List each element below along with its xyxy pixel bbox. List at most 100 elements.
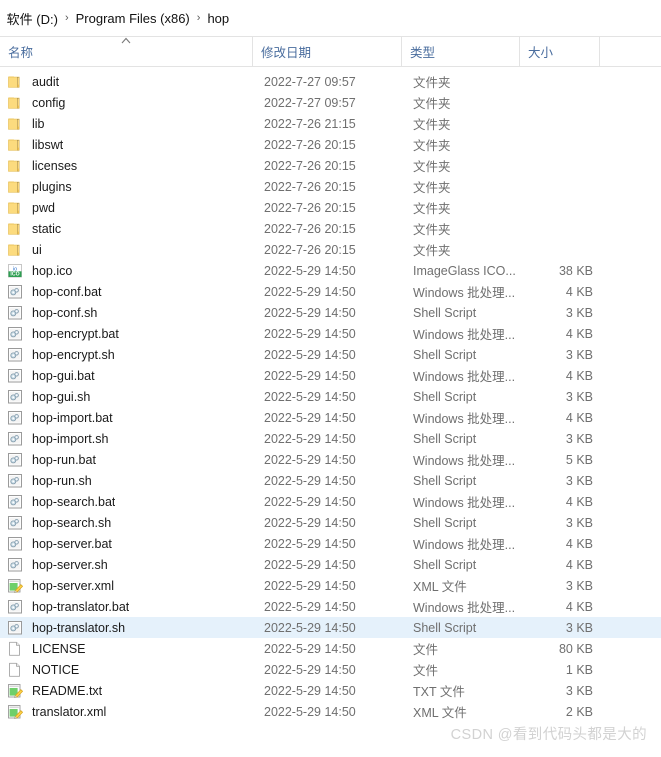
file-row[interactable]: audit 2022-7-27 09:57 文件夹 xyxy=(0,71,661,92)
file-name-cell[interactable]: hop-conf.bat xyxy=(0,281,253,302)
file-name-cell[interactable]: hop-encrypt.bat xyxy=(0,323,253,344)
file-name-label: audit xyxy=(32,74,60,89)
breadcrumb-item-drive[interactable]: 软件 (D:) xyxy=(4,7,61,30)
address-bar[interactable]: › 软件 (D:) › Program Files (x86) › hop xyxy=(0,0,661,37)
file-size-cell: 4 KB xyxy=(565,494,593,509)
file-row[interactable]: hop-import.sh 2022-5-29 14:50 Shell Script… xyxy=(0,428,661,449)
file-name-cell[interactable]: hop-encrypt.sh xyxy=(0,344,253,365)
file-row[interactable]: hop-run.sh 2022-5-29 14:50 Shell Script 3 K… xyxy=(0,470,661,491)
file-row[interactable]: io ICO hop.ico 2022-5-29 14:50 ImageGlass IC… xyxy=(0,260,661,281)
file-name-cell[interactable]: hop-server.xml xyxy=(0,575,253,596)
file-row[interactable]: hop-search.bat 2022-5-29 14:50 Windows 批处理… xyxy=(0,491,661,512)
file-name-cell[interactable]: translator.xml xyxy=(0,701,253,722)
file-name-cell[interactable]: hop-gui.sh xyxy=(0,386,253,407)
breadcrumb-item-hop[interactable]: hop xyxy=(204,9,232,28)
file-row[interactable]: lib 2022-7-26 21:15 文件夹 xyxy=(0,113,661,134)
file-name-cell[interactable]: hop-server.bat xyxy=(0,533,253,554)
file-name-cell[interactable]: hop-import.sh xyxy=(0,428,253,449)
file-name-cell[interactable]: hop-run.sh xyxy=(0,470,253,491)
file-row[interactable]: hop-server.xml 2022-5-29 14:50 XML 文件 3 KB xyxy=(0,575,661,596)
file-name-cell[interactable]: hop-import.bat xyxy=(0,407,253,428)
file-date-cell: 2022-5-29 14:50 xyxy=(264,599,356,614)
breadcrumb-item-program-files[interactable]: Program Files (x86) xyxy=(73,9,193,28)
file-date-cell: 2022-5-29 14:50 xyxy=(264,683,356,698)
file-row[interactable]: hop-search.sh 2022-5-29 14:50 Shell Script… xyxy=(0,512,661,533)
file-list[interactable]: audit 2022-7-27 09:57 文件夹 config 2022-7-27 0… xyxy=(0,67,661,722)
file-size-cell: 3 KB xyxy=(565,305,593,320)
file-row[interactable]: hop-translator.sh 2022-5-29 14:50 Shell Sc… xyxy=(0,617,661,638)
file-name-cell[interactable]: README.txt xyxy=(0,680,253,701)
file-size-cell xyxy=(520,218,600,239)
file-row[interactable]: hop-run.bat 2022-5-29 14:50 Windows 批处理...… xyxy=(0,449,661,470)
file-row[interactable]: translator.xml 2022-5-29 14:50 XML 文件 2 KB xyxy=(0,701,661,722)
file-name-cell[interactable]: hop-search.bat xyxy=(0,491,253,512)
file-type-cell: 文件夹 xyxy=(413,202,451,216)
column-header-type[interactable]: 类型 xyxy=(402,36,520,67)
script-file-icon xyxy=(7,347,24,363)
file-name-cell[interactable]: hop-translator.sh xyxy=(0,617,253,638)
file-name-label: hop-server.xml xyxy=(32,578,114,593)
file-name-cell[interactable]: LICENSE xyxy=(0,638,253,659)
file-date-cell: 2022-5-29 14:50 xyxy=(264,662,356,677)
file-row[interactable]: config 2022-7-27 09:57 文件夹 xyxy=(0,92,661,113)
file-name-cell[interactable]: ui xyxy=(0,239,253,260)
script-file-icon xyxy=(7,599,24,615)
breadcrumb-separator-icon[interactable]: › xyxy=(61,12,73,24)
file-row[interactable]: hop-translator.bat 2022-5-29 14:50 Windows… xyxy=(0,596,661,617)
file-name-label: plugins xyxy=(32,179,72,194)
file-row[interactable]: hop-gui.bat 2022-5-29 14:50 Windows 批处理...… xyxy=(0,365,661,386)
file-name-cell[interactable]: hop-translator.bat xyxy=(0,596,253,617)
file-name-label: hop-encrypt.sh xyxy=(32,347,115,362)
file-date-cell: 2022-7-26 20:15 xyxy=(264,179,356,194)
file-name-cell[interactable]: NOTICE xyxy=(0,659,253,680)
file-name-cell[interactable]: hop-conf.sh xyxy=(0,302,253,323)
file-name-cell[interactable]: pwd xyxy=(0,197,253,218)
file-date-cell: 2022-5-29 14:50 xyxy=(264,452,356,467)
file-name-cell[interactable]: audit xyxy=(0,71,253,92)
file-row[interactable]: hop-gui.sh 2022-5-29 14:50 Shell Script 3 K… xyxy=(0,386,661,407)
file-row[interactable]: hop-encrypt.bat 2022-5-29 14:50 Windows 批处… xyxy=(0,323,661,344)
file-row[interactable]: hop-conf.sh 2022-5-29 14:50 Shell Script 3 … xyxy=(0,302,661,323)
breadcrumb-separator-icon[interactable]: › xyxy=(193,12,205,24)
file-row[interactable]: hop-conf.bat 2022-5-29 14:50 Windows 批处理..… xyxy=(0,281,661,302)
file-name-cell[interactable]: licenses xyxy=(0,155,253,176)
csdn-watermark: CSDN @看到代码头都是大的 xyxy=(450,727,647,743)
file-name-cell[interactable]: lib xyxy=(0,113,253,134)
file-name-cell[interactable]: config xyxy=(0,92,253,113)
column-header-name[interactable]: 名称 xyxy=(0,36,253,67)
file-name-cell[interactable]: hop-gui.bat xyxy=(0,365,253,386)
file-row[interactable]: licenses 2022-7-26 20:15 文件夹 xyxy=(0,155,661,176)
file-name-cell[interactable]: io ICO hop.ico xyxy=(0,260,253,281)
file-date-cell: 2022-7-26 20:15 xyxy=(264,200,356,215)
file-name-cell[interactable]: hop-search.sh xyxy=(0,512,253,533)
file-row[interactable]: hop-server.bat 2022-5-29 14:50 Windows 批处理… xyxy=(0,533,661,554)
file-type-cell: 文件 xyxy=(413,664,439,678)
file-row[interactable]: hop-import.bat 2022-5-29 14:50 Windows 批处理… xyxy=(0,407,661,428)
file-date-cell: 2022-5-29 14:50 xyxy=(264,578,356,593)
script-file-icon xyxy=(7,536,24,552)
folder-icon xyxy=(7,242,24,258)
file-name-cell[interactable]: plugins xyxy=(0,176,253,197)
file-row[interactable]: hop-encrypt.sh 2022-5-29 14:50 Shell Scrip… xyxy=(0,344,661,365)
column-header-row: 名称 修改日期 类型 大小 xyxy=(0,36,661,67)
file-row[interactable]: LICENSE 2022-5-29 14:50 文件 80 KB xyxy=(0,638,661,659)
file-row[interactable]: plugins 2022-7-26 20:15 文件夹 xyxy=(0,176,661,197)
column-header-date-modified[interactable]: 修改日期 xyxy=(253,36,402,67)
file-row[interactable]: pwd 2022-7-26 20:15 文件夹 xyxy=(0,197,661,218)
file-row[interactable]: NOTICE 2022-5-29 14:50 文件 1 KB xyxy=(0,659,661,680)
script-file-icon xyxy=(7,452,24,468)
file-row[interactable]: static 2022-7-26 20:15 文件夹 xyxy=(0,218,661,239)
file-row[interactable]: README.txt 2022-5-29 14:50 TXT 文件 3 KB xyxy=(0,680,661,701)
script-file-icon xyxy=(7,368,24,384)
file-row[interactable]: ui 2022-7-26 20:15 文件夹 xyxy=(0,239,661,260)
file-row[interactable]: hop-server.sh 2022-5-29 14:50 Shell Script… xyxy=(0,554,661,575)
file-type-cell: Windows 批处理... xyxy=(413,496,516,510)
blank-file-icon xyxy=(7,662,24,678)
file-name-cell[interactable]: libswt xyxy=(0,134,253,155)
file-row[interactable]: libswt 2022-7-26 20:15 文件夹 xyxy=(0,134,661,155)
file-name-cell[interactable]: static xyxy=(0,218,253,239)
file-name-cell[interactable]: hop-server.sh xyxy=(0,554,253,575)
column-header-size[interactable]: 大小 xyxy=(520,36,600,67)
file-name-cell[interactable]: hop-run.bat xyxy=(0,449,253,470)
svg-text:ICO: ICO xyxy=(10,271,19,277)
